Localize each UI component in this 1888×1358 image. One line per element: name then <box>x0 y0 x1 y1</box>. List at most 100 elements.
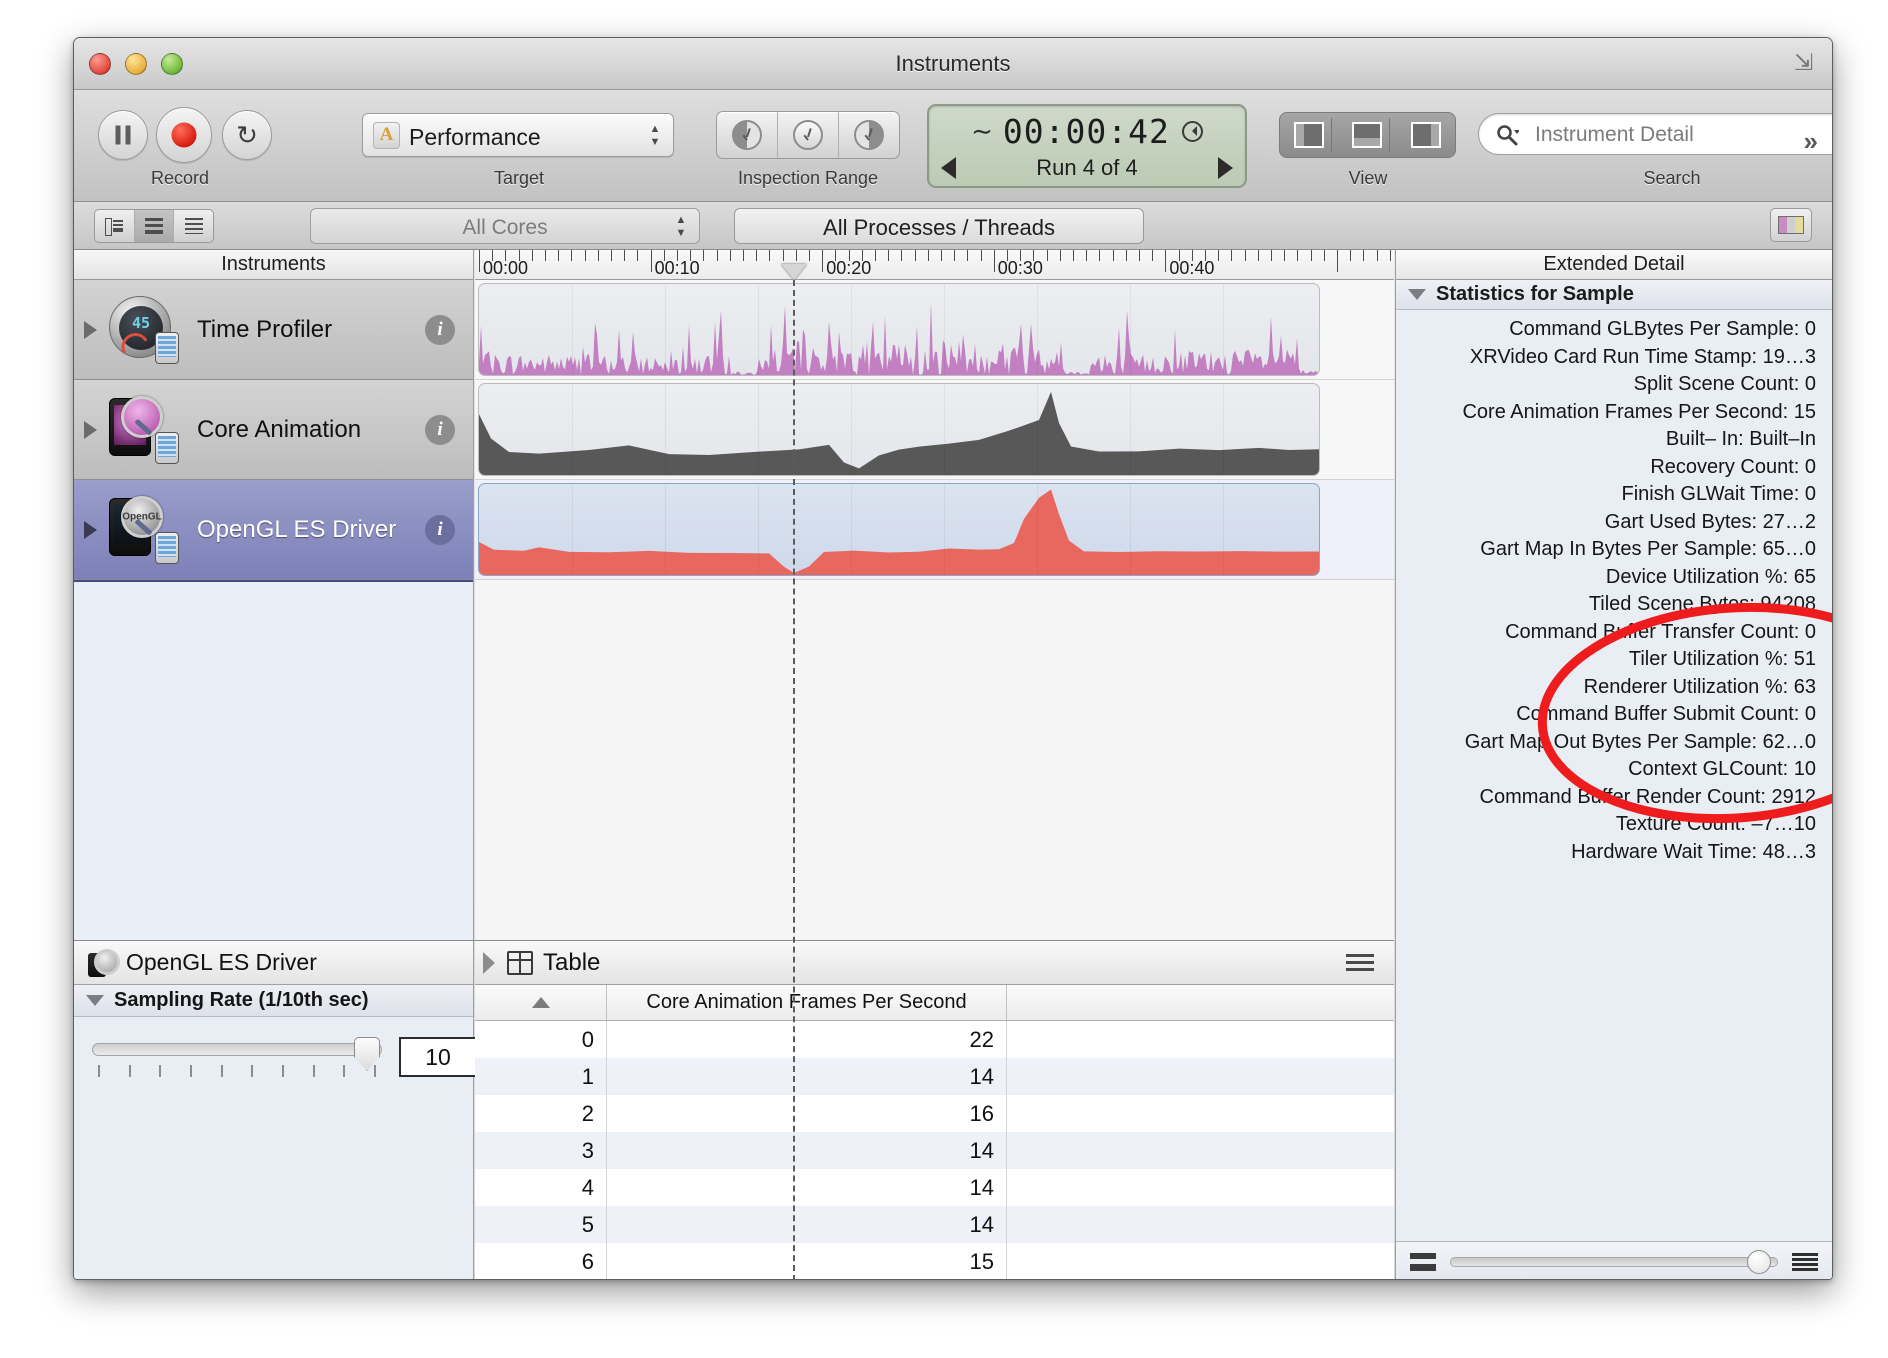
ruler-tick <box>888 250 890 261</box>
processes-popup-button[interactable]: All Processes / Threads <box>734 208 1144 244</box>
clock-icon[interactable] <box>1181 120 1203 142</box>
color-swatch-button[interactable] <box>1770 208 1812 242</box>
ruler-tick <box>1231 250 1233 261</box>
disclosure-triangle-icon[interactable] <box>84 520 97 539</box>
info-badge[interactable]: i <box>425 514 455 545</box>
column-header-index[interactable] <box>475 985 607 1020</box>
info-badge[interactable]: i <box>425 414 455 445</box>
grid-line <box>758 284 759 375</box>
ruler-tick <box>782 250 784 261</box>
table-row[interactable]: 5 14 <box>475 1206 1394 1243</box>
instrument-settings-header: OpenGL ES Driver <box>74 941 473 985</box>
disclosure-triangle-icon[interactable] <box>86 995 104 1006</box>
overflow-chevrons-icon[interactable]: » <box>1804 126 1818 157</box>
table-cell-fps: 14 <box>607 1132 1007 1169</box>
instrument-row-time-profiler[interactable]: Time Profiler i <box>74 280 473 380</box>
disclosure-triangle-icon[interactable] <box>84 320 97 339</box>
ruler-tick <box>1059 250 1061 261</box>
inspection-range-caption: Inspection Range <box>737 168 879 188</box>
table-cell-fps: 16 <box>607 1095 1007 1132</box>
track-core-animation[interactable] <box>475 380 1394 480</box>
table-row[interactable]: 4 14 <box>475 1169 1394 1206</box>
ruler-tick <box>954 250 956 261</box>
expand-icon[interactable]: ⇲ <box>1794 50 1818 74</box>
table-row[interactable]: 0 22 <box>475 1021 1394 1058</box>
ruler-tick <box>558 250 560 261</box>
view-toggle-group[interactable] <box>1279 112 1456 158</box>
statistic-row: XRVideo Card Run Time Stamp: 19…3 <box>1469 345 1816 368</box>
record-button[interactable] <box>156 107 212 163</box>
table-row[interactable]: 6 15 <box>475 1243 1394 1279</box>
cores-popup-button[interactable]: All Cores ▲ ▼ <box>310 208 700 244</box>
list-icon[interactable] <box>1410 1252 1436 1271</box>
body-area: Instruments Time Profiler i Core Animati… <box>74 250 1832 1279</box>
track-opengl-es-driver[interactable] <box>475 480 1394 580</box>
info-badge[interactable]: i <box>425 314 455 345</box>
table-row[interactable]: 1 14 <box>475 1058 1394 1095</box>
grid-line <box>1130 284 1131 375</box>
statistics-section-header[interactable]: Statistics for Sample <box>1396 280 1832 310</box>
table-row[interactable]: 2 16 <box>475 1095 1394 1132</box>
timer-display[interactable]: ∼ 00:00:42 Run 4 of 4 <box>927 104 1247 188</box>
column-header-fps[interactable]: Core Animation Frames Per Second <box>607 985 1007 1020</box>
statistic-row: Hardware Wait Time: 48…3 <box>1571 840 1816 863</box>
grid-line <box>1037 284 1038 375</box>
grid-line <box>758 484 759 575</box>
statistic-row: Core Animation Frames Per Second: 15 <box>1462 400 1816 423</box>
clock-icon <box>793 120 823 150</box>
grid-line <box>1037 484 1038 575</box>
timeline-ruler[interactable]: 00:00 00:10 00:20 00:30 00:40 <box>475 250 1394 280</box>
track-time-profiler[interactable] <box>475 280 1394 380</box>
ruler-label: 00:10 <box>654 258 700 278</box>
view-mode-detail-button[interactable] <box>95 210 135 242</box>
instrument-settings-panel: OpenGL ES Driver Sampling Rate (1/10th s… <box>74 941 477 1279</box>
extended-detail-footer <box>1396 1241 1832 1279</box>
table-column-headers[interactable]: Core Animation Frames Per Second <box>475 985 1394 1021</box>
sampling-rate-value-field[interactable]: 10 <box>399 1037 477 1077</box>
table-menu-icon[interactable] <box>1346 954 1374 971</box>
sampling-rate-slider[interactable] <box>92 1037 382 1077</box>
track-graph-opengl <box>478 483 1320 576</box>
search-input[interactable]: Instrument Detail <box>1478 113 1832 155</box>
view-show-left-pane-button[interactable] <box>1286 118 1333 152</box>
disclosure-triangle-icon[interactable] <box>84 420 97 439</box>
ruler-tick <box>927 250 929 261</box>
view-mode-list-button[interactable] <box>134 210 175 242</box>
previous-run-button[interactable] <box>941 157 956 179</box>
playhead-marker[interactable] <box>781 264 807 279</box>
next-run-button[interactable] <box>1218 157 1233 179</box>
search-placeholder: Instrument Detail <box>1535 123 1694 146</box>
pause-button[interactable] <box>98 110 148 160</box>
view-mode-grid-button[interactable] <box>174 210 213 242</box>
table-row[interactable]: 3 14 <box>475 1132 1394 1169</box>
clock-left-icon <box>732 120 762 150</box>
detail-slider-knob[interactable] <box>1747 1249 1771 1274</box>
disclosure-triangle-icon[interactable] <box>1408 289 1426 300</box>
inspection-range-group[interactable] <box>716 111 900 159</box>
detail-view-icon <box>105 218 124 236</box>
sampling-rate-section-header[interactable]: Sampling Rate (1/10th sec) <box>74 985 473 1017</box>
bottom-pane-icon <box>1351 122 1382 148</box>
target-popup-button[interactable]: Performance ▲▼ <box>362 113 674 157</box>
instrument-row-opengl-es-driver[interactable]: OpenGL ES Driver i <box>74 480 473 580</box>
slider-tick <box>98 1065 100 1077</box>
detail-slider[interactable] <box>1450 1249 1778 1274</box>
opengl-es-driver-small-icon <box>88 948 120 977</box>
inspection-range-start-button[interactable] <box>717 112 778 158</box>
search-caption: Search <box>1643 168 1701 188</box>
menu-icon[interactable] <box>1792 1252 1818 1271</box>
ruler-tick <box>1099 250 1101 261</box>
ruler-tick <box>1323 250 1325 261</box>
view-caption: View <box>1348 168 1388 188</box>
grid-line <box>944 284 945 375</box>
ruler-tick <box>1139 250 1140 261</box>
view-mode-group[interactable] <box>94 209 214 243</box>
inspection-range-clear-button[interactable] <box>778 112 839 158</box>
view-show-bottom-pane-button[interactable] <box>1344 118 1391 152</box>
view-show-right-pane-button[interactable] <box>1403 118 1449 152</box>
loop-button[interactable]: ↻ <box>222 110 272 160</box>
table-rows: 0221142163144145146157168159141015111412… <box>475 1021 1394 1279</box>
slider-tick <box>220 1065 223 1077</box>
instrument-row-core-animation[interactable]: Core Animation i <box>74 380 473 480</box>
inspection-range-end-button[interactable] <box>839 112 899 158</box>
